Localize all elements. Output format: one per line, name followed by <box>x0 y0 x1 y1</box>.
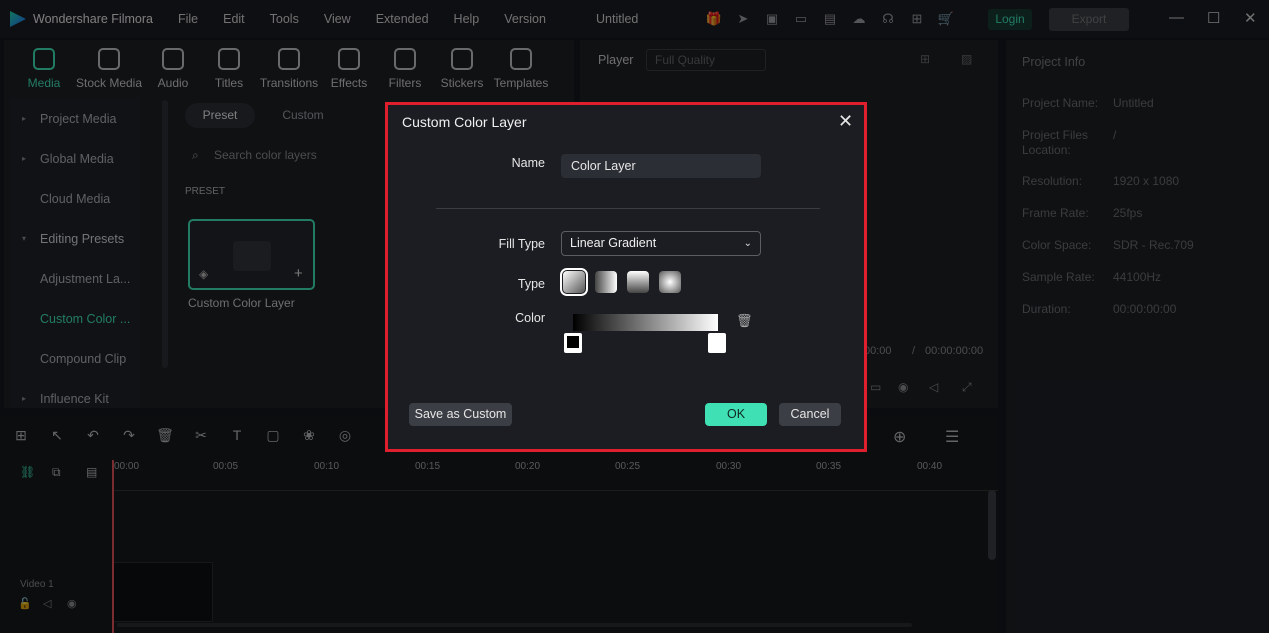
save-as-custom-button[interactable]: Save as Custom <box>409 403 512 426</box>
close-icon[interactable]: ✕ <box>838 111 853 132</box>
color-stop-end[interactable] <box>708 333 726 353</box>
type-label: Type <box>517 277 545 291</box>
gradient-type-radial[interactable] <box>659 271 681 293</box>
cancel-button[interactable]: Cancel <box>779 403 841 426</box>
gradient-type-vertical[interactable] <box>627 271 649 293</box>
name-input[interactable]: Color Layer <box>561 154 761 178</box>
fill-type-select[interactable]: Linear Gradient ⌄ <box>561 231 761 256</box>
gradient-preview[interactable] <box>573 314 718 331</box>
color-stop-start[interactable] <box>564 333 582 353</box>
trash-icon[interactable]: 🗑 <box>736 313 753 329</box>
fill-type-label: Fill Type <box>498 237 545 251</box>
ok-button[interactable]: OK <box>705 403 767 426</box>
divider <box>436 208 820 209</box>
gradient-type-diagonal[interactable] <box>560 268 588 296</box>
name-label: Name <box>511 156 545 170</box>
gradient-type-horizontal[interactable] <box>595 271 617 293</box>
custom-color-layer-dialog: Custom Color Layer ✕ Name Color Layer Fi… <box>385 102 867 452</box>
dialog-title: Custom Color Layer <box>402 114 527 130</box>
color-label: Color <box>515 311 545 325</box>
chevron-down-icon: ⌄ <box>743 238 752 249</box>
